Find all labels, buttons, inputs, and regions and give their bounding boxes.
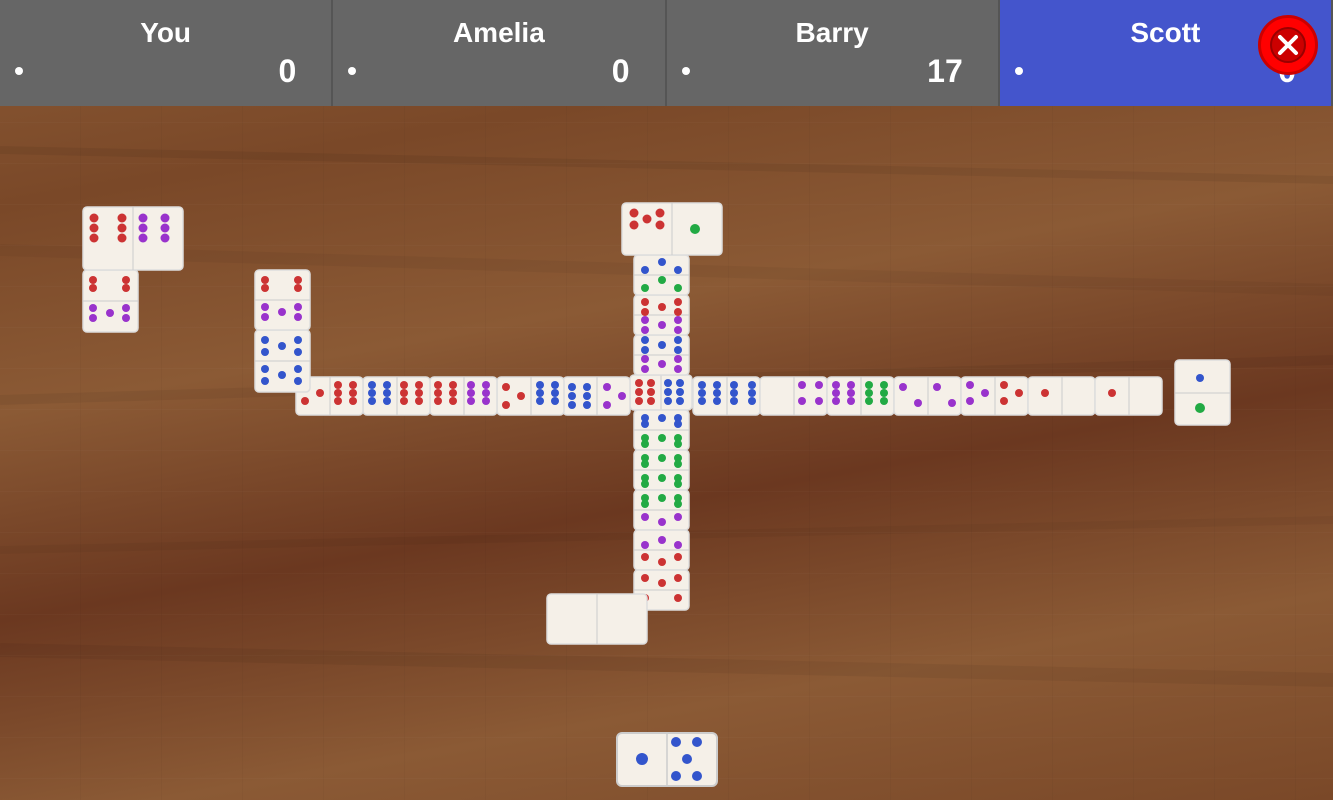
close-icon <box>1270 27 1306 63</box>
domino-field <box>0 0 1333 800</box>
you-dot <box>15 67 23 75</box>
player-amelia-score: 0 <box>612 53 630 90</box>
close-button[interactable] <box>1258 15 1318 75</box>
player-barry-score: 17 <box>927 53 963 90</box>
amelia-dot <box>348 67 356 75</box>
player-you-name: You <box>140 17 191 49</box>
game-board: You 0 Amelia 0 Barry 17 Scott 0 <box>0 0 1333 800</box>
player-amelia-name: Amelia <box>453 17 545 49</box>
player-you-score: 0 <box>278 53 296 90</box>
player-you-panel: You 0 <box>0 0 333 106</box>
scott-dot <box>1015 67 1023 75</box>
player-barry-name: Barry <box>796 17 869 49</box>
barry-dot <box>682 67 690 75</box>
player-scott-name: Scott <box>1130 17 1200 49</box>
score-header: You 0 Amelia 0 Barry 17 Scott 0 <box>0 0 1333 106</box>
player-amelia-panel: Amelia 0 <box>333 0 666 106</box>
player-barry-panel: Barry 17 <box>667 0 1000 106</box>
